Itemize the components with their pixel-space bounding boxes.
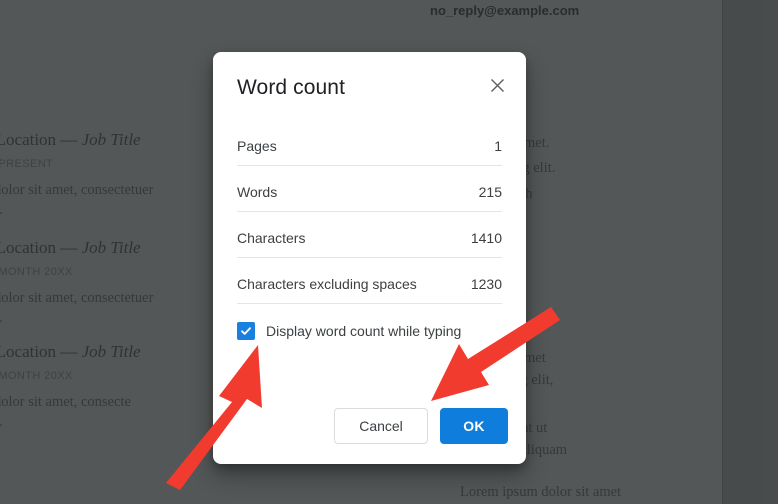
row-characters-excluding-spaces: Characters excluding spaces 1230 xyxy=(237,276,502,304)
doc-job-location: Location xyxy=(0,238,57,257)
page-title: Word count xyxy=(237,76,345,99)
doc-job-heading: mpany, Location — Job Title xyxy=(0,238,141,258)
doc-body-line: m ipsum dolor sit amet, consectetuer xyxy=(0,290,154,306)
doc-email: no_reply@example.com xyxy=(430,3,580,18)
doc-job-date: TH 20XX - PRESENT xyxy=(0,158,54,170)
doc-job-title: Job Title xyxy=(81,238,141,257)
checkbox-label: Display word count while typing xyxy=(266,323,462,339)
display-word-count-checkbox-row[interactable]: Display word count while typing xyxy=(213,322,526,340)
word-count-dialog: Word count Pages 1 Words 215 Characters … xyxy=(213,52,526,464)
ok-button[interactable]: OK xyxy=(440,408,508,444)
row-value: 215 xyxy=(478,184,502,200)
row-label: Pages xyxy=(237,138,277,154)
close-icon[interactable] xyxy=(484,72,510,98)
row-label: Characters xyxy=(237,230,306,246)
doc-body-line: Lorem ipsum dolor sit amet xyxy=(460,484,622,500)
doc-job-date: TH 20XX - MONTH 20XX xyxy=(0,370,73,382)
row-value: 1230 xyxy=(470,276,502,292)
cancel-button[interactable]: Cancel xyxy=(334,408,428,444)
word-count-rows: Pages 1 Words 215 Characters 1410 Charac… xyxy=(213,138,526,304)
doc-body-line: m ipsum dolor sit amet, consecte xyxy=(0,394,131,410)
doc-job-dash: — xyxy=(60,130,78,149)
doc-body-line: m ipsum dolor sit amet, consectetuer xyxy=(0,182,154,198)
row-characters: Characters 1410 xyxy=(237,230,502,258)
screen: m ipsum dolor sit amet, consectetuer adi… xyxy=(0,0,778,504)
row-words: Words 215 xyxy=(237,184,502,212)
doc-body-line: mmy nibh. xyxy=(0,200,3,221)
doc-job-heading: mpany, Location — Job Title xyxy=(0,130,141,150)
doc-job-location: Location xyxy=(0,342,57,361)
doc-job-dash: — xyxy=(60,342,78,361)
row-value: 1 xyxy=(494,138,502,154)
dialog-header: Word count xyxy=(213,52,526,110)
row-value: 1410 xyxy=(470,230,502,246)
doc-job-title: Job Title xyxy=(81,342,141,361)
doc-job-location: Location xyxy=(0,130,57,149)
doc-job-heading: mpany, Location — Job Title xyxy=(0,342,141,362)
doc-body-line: mmy nibh. xyxy=(0,412,3,433)
row-pages: Pages 1 xyxy=(237,138,502,166)
row-label: Characters excluding spaces xyxy=(237,276,417,292)
row-label: Words xyxy=(237,184,278,200)
doc-body-line: mmy nibh. xyxy=(0,308,3,329)
doc-job-title: Job Title xyxy=(81,130,141,149)
doc-job-date: TH 20XX - MONTH 20XX xyxy=(0,266,73,278)
display-word-count-checkbox[interactable] xyxy=(237,322,255,340)
dialog-actions: Cancel OK xyxy=(334,408,508,444)
doc-job-dash: — xyxy=(60,238,78,257)
